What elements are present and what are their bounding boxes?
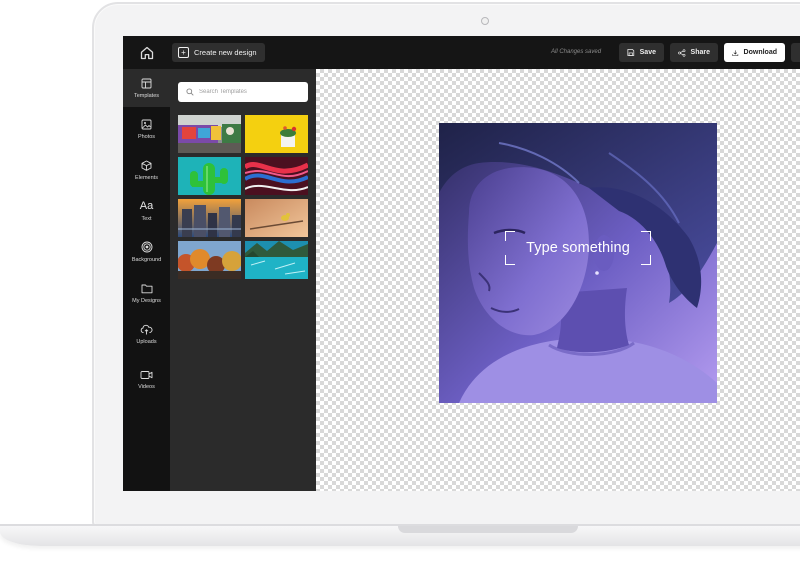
selection-handle[interactable] — [505, 255, 515, 265]
graffiti-image — [178, 115, 241, 153]
rail-item-photos[interactable]: Photos — [123, 110, 170, 148]
more-options-button[interactable] — [791, 43, 800, 62]
rail-label: Templates — [133, 92, 160, 99]
template-thumbnail[interactable] — [245, 241, 308, 279]
download-icon — [732, 49, 739, 56]
plus-square-icon: + — [178, 47, 189, 58]
template-thumbnail[interactable] — [245, 157, 308, 195]
top-toolbar: + Create new design All Changes saved Sa… — [123, 36, 800, 69]
search-input[interactable] — [199, 89, 299, 95]
yellow-plant-image — [245, 115, 308, 153]
app-screen: + Create new design All Changes saved Sa… — [123, 36, 800, 491]
share-label: Share — [690, 49, 710, 56]
rail-item-my-designs[interactable]: My Designs — [123, 274, 170, 312]
rail-item-background[interactable]: Background — [123, 233, 170, 271]
text-element-content[interactable]: Type something — [526, 240, 630, 256]
rail-label: Photos — [137, 133, 156, 140]
cactus-image — [178, 157, 241, 195]
save-label: Save — [639, 49, 656, 56]
template-thumbnail[interactable] — [245, 115, 308, 153]
template-thumbnail[interactable] — [178, 241, 241, 279]
artboard[interactable]: Type something — [439, 123, 717, 403]
floppy-disk-icon — [627, 49, 635, 56]
templates-icon — [141, 78, 152, 88]
template-thumbnail[interactable] — [245, 199, 308, 237]
share-button[interactable]: Share — [670, 43, 718, 62]
download-button[interactable]: Download — [724, 43, 785, 62]
home-icon — [140, 46, 154, 60]
template-thumbnail[interactable] — [178, 115, 241, 153]
create-new-design-button[interactable]: + Create new design — [172, 43, 265, 62]
mountain-lake-image — [245, 241, 308, 279]
rail-item-uploads[interactable]: Uploads — [123, 315, 170, 353]
laptop-mockup: + Create new design All Changes saved Sa… — [0, 0, 800, 562]
template-thumbnail[interactable] — [178, 199, 241, 237]
text-aa-icon: Aa — [139, 199, 154, 212]
rail-item-videos[interactable]: Videos — [123, 361, 170, 399]
laptop-screen-bezel — [123, 491, 800, 513]
rail-label: Text — [141, 215, 152, 222]
video-camera-icon — [140, 371, 153, 379]
rail-label: Videos — [138, 384, 155, 390]
left-nav-rail: Templates Photos Elements Aa Text Backgr… — [123, 69, 170, 491]
save-button[interactable]: Save — [619, 43, 664, 62]
laptop-base-notch — [398, 526, 578, 533]
design-canvas[interactable]: Type something — [316, 69, 800, 491]
autumn-trees-image — [178, 241, 241, 279]
selection-handle[interactable] — [641, 231, 651, 241]
rail-label: Uploads — [136, 338, 157, 345]
cloud-upload-icon — [140, 324, 153, 334]
download-label: Download — [743, 49, 777, 56]
city-skyline-image — [178, 199, 241, 237]
selection-handle[interactable] — [641, 255, 651, 265]
template-search-box[interactable] — [178, 82, 308, 102]
save-status-text: All Changes saved — [551, 49, 602, 55]
templates-panel — [170, 69, 316, 491]
create-new-design-label: Create new design — [194, 48, 257, 57]
search-icon — [186, 88, 194, 96]
share-icon — [678, 48, 686, 57]
target-icon — [141, 241, 152, 253]
rail-item-elements[interactable]: Elements — [123, 151, 170, 189]
rail-label: Elements — [135, 174, 158, 181]
rail-label: My Designs — [132, 297, 161, 304]
template-thumbnail[interactable] — [178, 157, 241, 195]
bird-sunset-image — [245, 199, 308, 237]
cube-icon — [141, 160, 152, 171]
selection-handle[interactable] — [505, 231, 515, 241]
home-button[interactable] — [138, 44, 156, 62]
rail-label: Background — [131, 257, 162, 263]
photo-icon — [141, 119, 152, 129]
rail-item-templates[interactable]: Templates — [123, 69, 170, 107]
abstract-swirl-image — [245, 157, 308, 195]
webcam-icon — [481, 17, 489, 25]
folder-icon — [141, 284, 152, 293]
rail-item-text[interactable]: Aa Text — [123, 192, 170, 230]
text-element[interactable]: Type something — [505, 231, 651, 265]
